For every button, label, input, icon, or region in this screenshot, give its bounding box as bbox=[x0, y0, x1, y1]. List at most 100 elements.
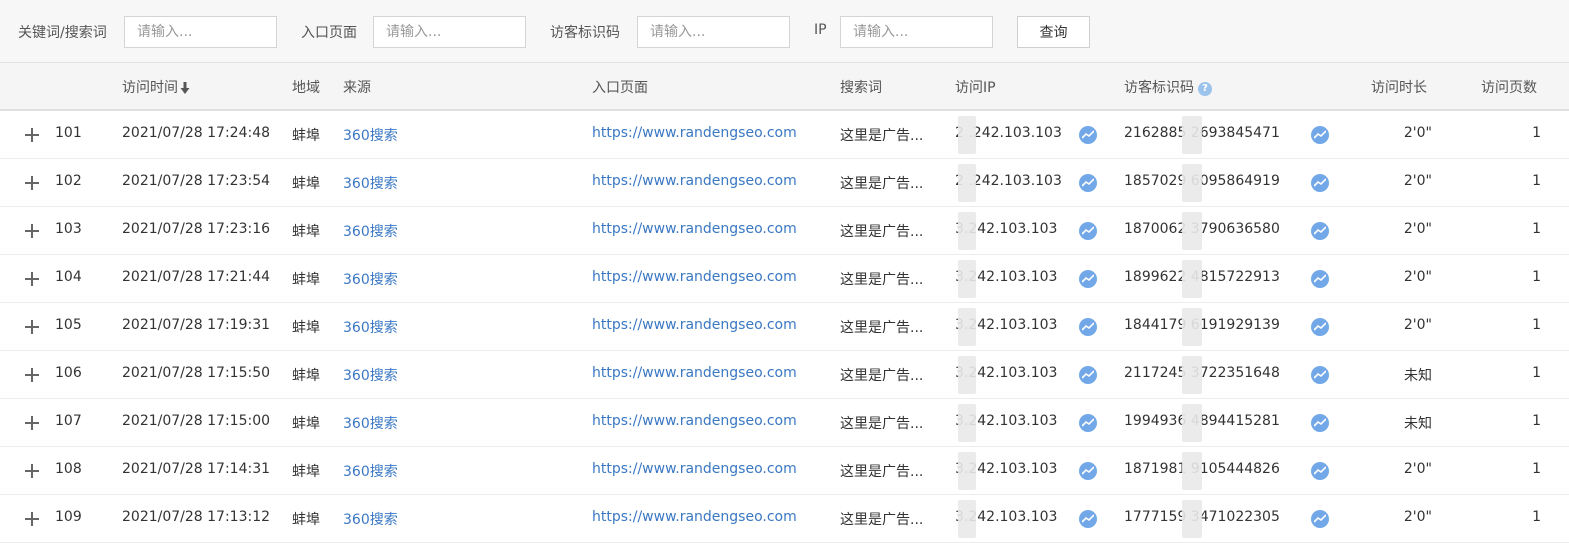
plus-icon[interactable] bbox=[25, 320, 39, 334]
trend-icon[interactable] bbox=[1079, 126, 1097, 144]
trend-icon[interactable] bbox=[1311, 462, 1329, 480]
visit-duration: 2'0" bbox=[1403, 317, 1432, 333]
visit-duration: 2'0" bbox=[1403, 221, 1432, 237]
redaction-mask bbox=[958, 260, 976, 298]
entry-page-input[interactable] bbox=[373, 16, 526, 48]
trend-icon[interactable] bbox=[1079, 174, 1097, 192]
entry-page-link[interactable]: https://www.randengseo.com bbox=[592, 269, 797, 285]
redaction-mask bbox=[958, 212, 976, 250]
entry-page-link[interactable]: https://www.randengseo.com bbox=[592, 461, 797, 477]
trend-icon[interactable] bbox=[1311, 126, 1329, 144]
page-count: 1 bbox=[1532, 269, 1541, 285]
question-icon[interactable]: ? bbox=[1198, 82, 1212, 96]
source-link[interactable]: 360搜索 bbox=[343, 317, 398, 337]
plus-icon[interactable] bbox=[25, 224, 39, 238]
table-row: 102 2021/07/28 17:23:54 蚌埠 360搜索 https://www… bbox=[0, 159, 1569, 207]
page-count: 1 bbox=[1532, 173, 1541, 189]
entry-page-link[interactable]: https://www.randengseo.com bbox=[592, 317, 797, 333]
source-link[interactable]: 360搜索 bbox=[343, 269, 398, 289]
plus-icon[interactable] bbox=[25, 176, 39, 190]
plus-icon[interactable] bbox=[25, 464, 39, 478]
visit-duration: 2'0" bbox=[1403, 269, 1432, 285]
search-keyword: 这里是广告... bbox=[840, 512, 924, 528]
page-count: 1 bbox=[1532, 317, 1541, 333]
entry-page-link[interactable]: https://www.randengseo.com bbox=[592, 221, 797, 237]
visit-duration: 未知 bbox=[1404, 416, 1432, 432]
search-keyword: 这里是广告... bbox=[840, 128, 924, 144]
source-link[interactable]: 360搜索 bbox=[343, 413, 398, 433]
plus-icon[interactable] bbox=[25, 368, 39, 382]
trend-icon[interactable] bbox=[1311, 174, 1329, 192]
source-link[interactable]: 360搜索 bbox=[343, 509, 398, 529]
visit-time: 2021/07/28 17:13:12 bbox=[122, 509, 271, 525]
plus-icon[interactable] bbox=[25, 128, 39, 142]
region: 蚌埠 bbox=[292, 512, 320, 528]
col-keyword-header: 搜索词 bbox=[840, 80, 882, 96]
query-button[interactable]: 查询 bbox=[1017, 16, 1090, 48]
table-row: 109 2021/07/28 17:13:12 蚌埠 360搜索 https://www… bbox=[0, 495, 1569, 543]
redaction-mask bbox=[1182, 404, 1202, 442]
entry-page-link[interactable]: https://www.randengseo.com bbox=[592, 173, 797, 189]
trend-icon[interactable] bbox=[1079, 318, 1097, 336]
page-count: 1 bbox=[1532, 365, 1541, 381]
entry-page-link[interactable]: https://www.randengseo.com bbox=[592, 413, 797, 429]
redaction-mask bbox=[1182, 500, 1202, 538]
entry-page-link[interactable]: https://www.randengseo.com bbox=[592, 125, 797, 141]
row-number: 101 bbox=[55, 125, 82, 141]
source-link[interactable]: 360搜索 bbox=[343, 221, 398, 241]
visit-time: 2021/07/28 17:15:00 bbox=[122, 413, 271, 429]
trend-icon[interactable] bbox=[1079, 222, 1097, 240]
trend-icon[interactable] bbox=[1311, 366, 1329, 384]
source-link[interactable]: 360搜索 bbox=[343, 365, 398, 385]
plus-icon[interactable] bbox=[25, 512, 39, 526]
trend-icon[interactable] bbox=[1079, 270, 1097, 288]
visit-time: 2021/07/28 17:19:31 bbox=[122, 317, 271, 333]
trend-icon[interactable] bbox=[1311, 318, 1329, 336]
visitor-id-input[interactable] bbox=[637, 16, 790, 48]
visit-duration: 2'0" bbox=[1403, 509, 1432, 525]
col-time-label: 访问时间 bbox=[122, 80, 178, 96]
plus-icon[interactable] bbox=[25, 416, 39, 430]
region: 蚌埠 bbox=[292, 272, 320, 288]
trend-icon[interactable] bbox=[1079, 462, 1097, 480]
row-number: 104 bbox=[55, 269, 82, 285]
keyword-input[interactable] bbox=[124, 16, 277, 48]
redaction-mask bbox=[958, 164, 976, 202]
page-count: 1 bbox=[1532, 221, 1541, 237]
visit-time: 2021/07/28 17:23:54 bbox=[122, 173, 271, 189]
redaction-mask bbox=[958, 500, 976, 538]
search-keyword: 这里是广告... bbox=[840, 464, 924, 480]
search-keyword: 这里是广告... bbox=[840, 320, 924, 336]
region: 蚌埠 bbox=[292, 416, 320, 432]
search-keyword: 这里是广告... bbox=[840, 368, 924, 384]
search-keyword: 这里是广告... bbox=[840, 224, 924, 240]
col-duration-header: 访问时长 bbox=[1371, 80, 1427, 96]
source-link[interactable]: 360搜索 bbox=[343, 173, 398, 193]
trend-icon[interactable] bbox=[1079, 510, 1097, 528]
row-number: 105 bbox=[55, 317, 82, 333]
trend-icon[interactable] bbox=[1079, 366, 1097, 384]
col-time-header[interactable]: 访问时间 bbox=[122, 77, 190, 97]
redaction-mask bbox=[958, 452, 976, 490]
ip-input[interactable] bbox=[840, 16, 993, 48]
entry-page-link[interactable]: https://www.randengseo.com bbox=[592, 509, 797, 525]
row-number: 103 bbox=[55, 221, 82, 237]
trend-icon[interactable] bbox=[1311, 510, 1329, 528]
region: 蚌埠 bbox=[292, 368, 320, 384]
redaction-mask bbox=[958, 404, 976, 442]
plus-icon[interactable] bbox=[25, 272, 39, 286]
trend-icon[interactable] bbox=[1311, 222, 1329, 240]
region: 蚌埠 bbox=[292, 224, 320, 240]
entry-page-link[interactable]: https://www.randengseo.com bbox=[592, 365, 797, 381]
source-link[interactable]: 360搜索 bbox=[343, 461, 398, 481]
source-link[interactable]: 360搜索 bbox=[343, 125, 398, 145]
trend-icon[interactable] bbox=[1311, 414, 1329, 432]
search-keyword: 这里是广告... bbox=[840, 176, 924, 192]
trend-icon[interactable] bbox=[1079, 414, 1097, 432]
table-row: 106 2021/07/28 17:15:50 蚌埠 360搜索 https://www… bbox=[0, 351, 1569, 399]
trend-icon[interactable] bbox=[1311, 270, 1329, 288]
table-row: 103 2021/07/28 17:23:16 蚌埠 360搜索 https://www… bbox=[0, 207, 1569, 255]
page-count: 1 bbox=[1532, 413, 1541, 429]
redaction-mask bbox=[958, 116, 976, 154]
visit-duration: 2'0" bbox=[1403, 173, 1432, 189]
